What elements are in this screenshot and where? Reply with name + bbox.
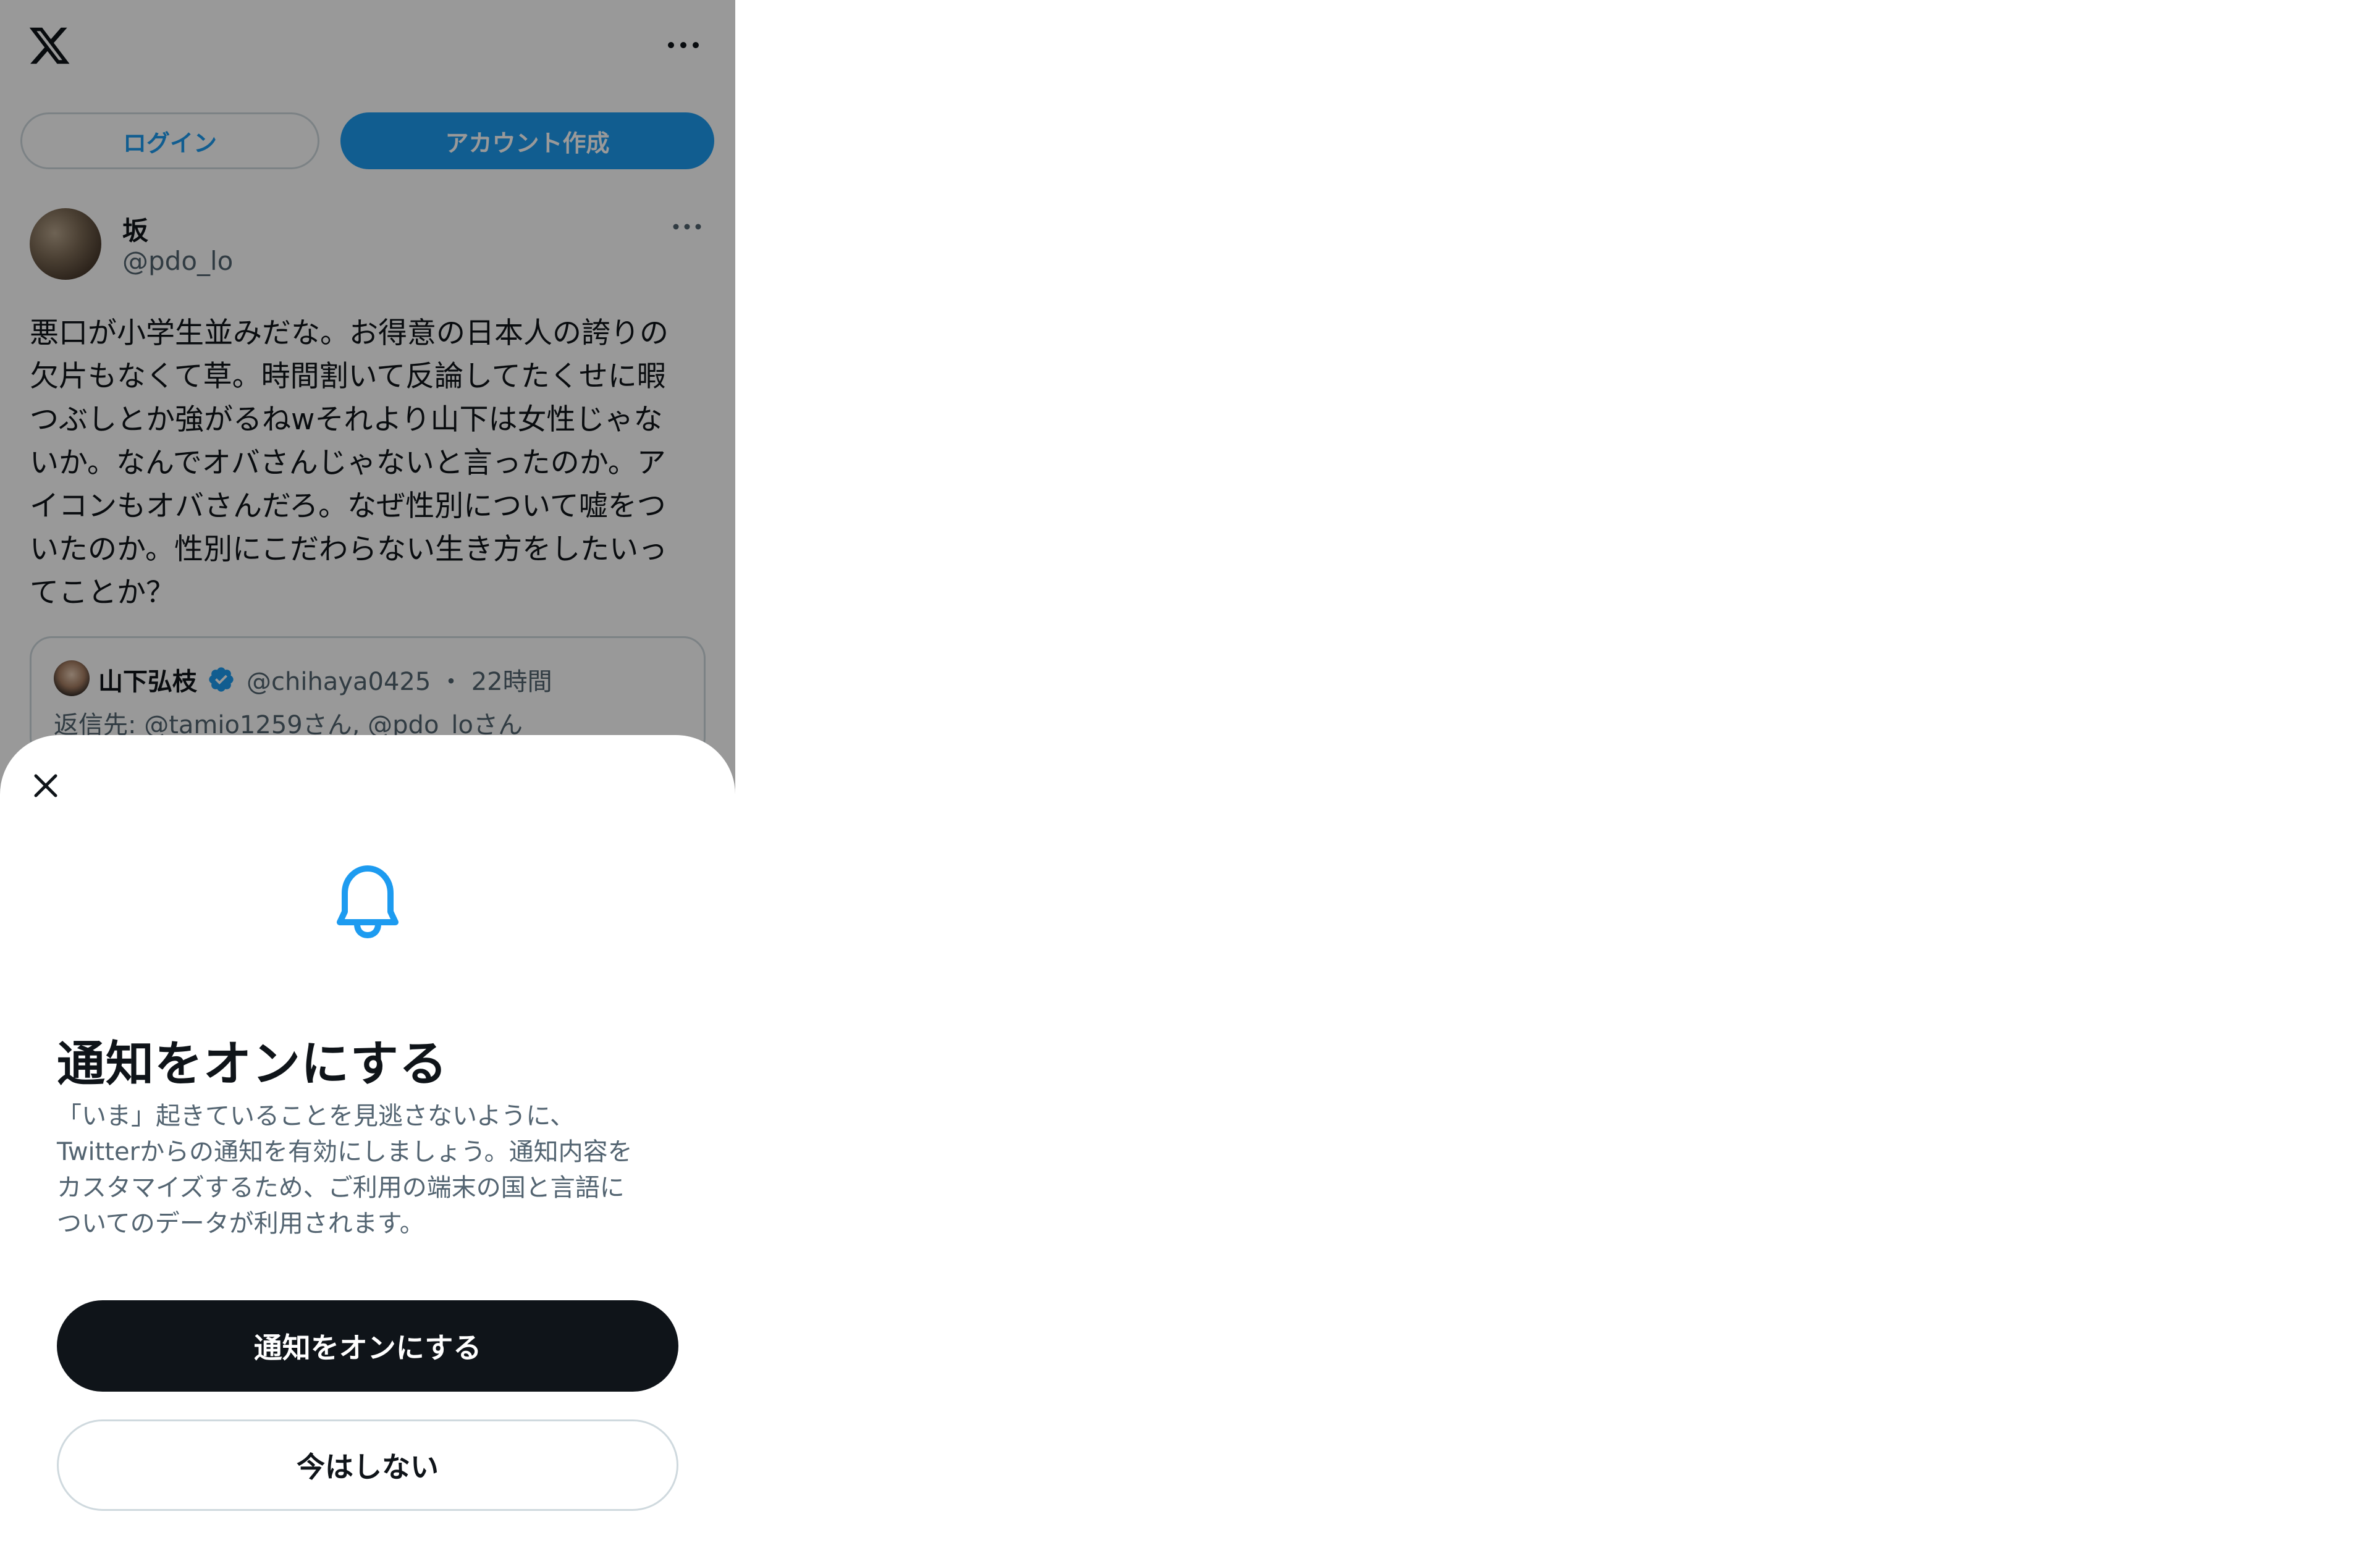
enable-notifications-button[interactable]: 通知をオンにする	[57, 1300, 678, 1392]
notification-sheet: 通知をオンにする 「いま」起きていることを見逃さないように、 Twitterから…	[0, 735, 735, 1564]
not-now-button[interactable]: 今はしない	[57, 1419, 678, 1511]
sheet-title: 通知をオンにする	[57, 1036, 448, 1092]
mobile-viewport: ログイン アカウント作成 坂 @pdo_lo 悪口が小学生並みだな。お得意の日本…	[0, 0, 735, 1564]
sheet-description: 「いま」起きていることを見逃さないように、 Twitterからの通知を有効にしま…	[57, 1102, 633, 1238]
close-icon[interactable]	[27, 767, 64, 804]
bell-icon	[337, 865, 399, 939]
